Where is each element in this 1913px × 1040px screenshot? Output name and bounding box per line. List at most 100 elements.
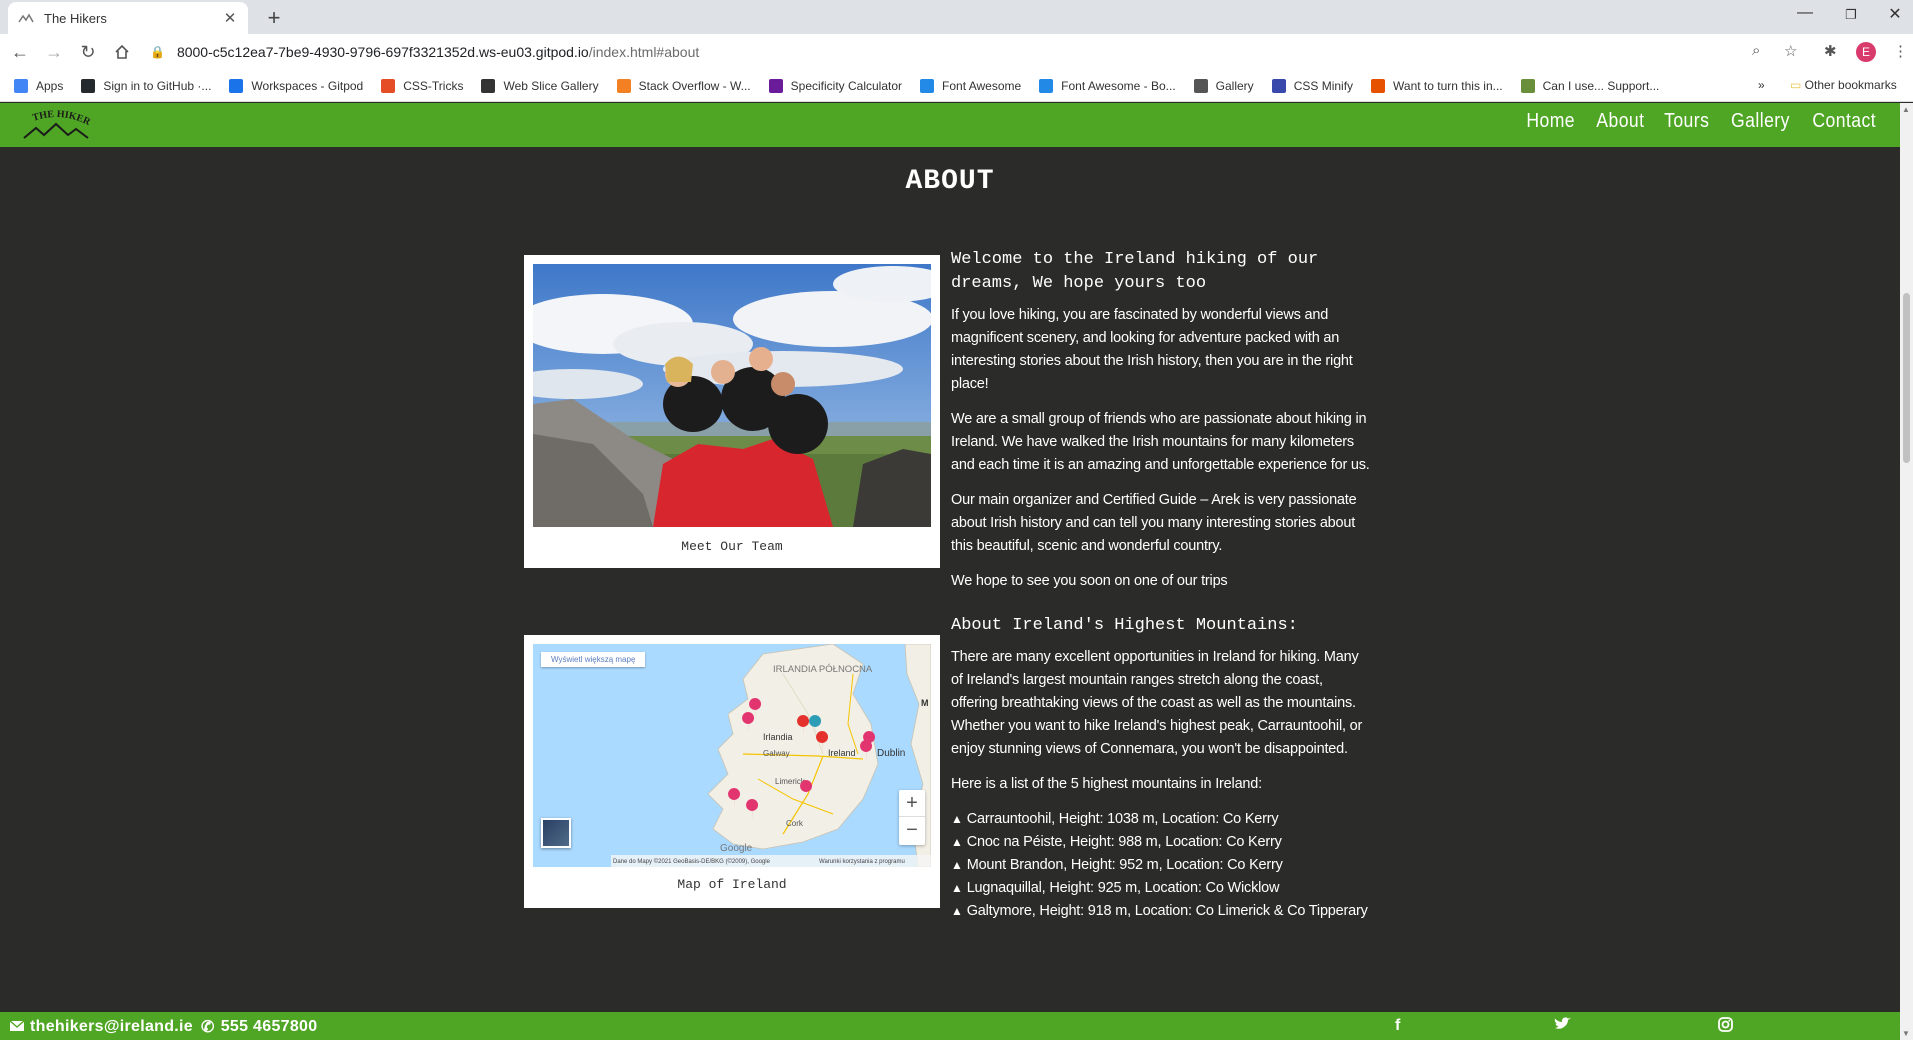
bookmark-item[interactable]: Stack Overflow - W... bbox=[616, 78, 751, 93]
extensions-icon[interactable]: ✱ bbox=[1824, 42, 1837, 60]
map-label-cork: Cork bbox=[786, 819, 804, 828]
bookmark-item[interactable]: Want to turn this in... bbox=[1371, 78, 1503, 93]
new-tab-icon[interactable]: + bbox=[262, 5, 286, 31]
bookmark-item[interactable]: Font Awesome - Bo... bbox=[1039, 78, 1176, 93]
bookmark-item[interactable]: Gallery bbox=[1193, 78, 1254, 93]
bookmark-favicon-icon bbox=[616, 78, 631, 93]
url-input[interactable]: 🔒 8000-c5c12ea7-7be9-4930-9796-697f33213… bbox=[142, 38, 1782, 66]
nav-link-about[interactable]: About bbox=[1596, 110, 1644, 133]
address-bar: ← → ↻ 🔒 8000-c5c12ea7-7be9-4930-9796-697… bbox=[0, 34, 1913, 70]
other-bookmarks-label: Other bookmarks bbox=[1804, 78, 1897, 92]
back-icon[interactable]: ← bbox=[6, 38, 34, 66]
team-photo-card: Meet Our Team bbox=[524, 255, 940, 568]
bookmark-item[interactable]: Font Awesome bbox=[920, 78, 1022, 93]
map-label-ireland: Ireland bbox=[828, 748, 856, 758]
bookmark-favicon-icon bbox=[14, 78, 28, 93]
bookmark-favicon-icon bbox=[1520, 78, 1535, 93]
bookmark-label: Specificity Calculator bbox=[790, 78, 903, 93]
home-icon[interactable] bbox=[108, 38, 136, 66]
restore-icon[interactable]: ❐ bbox=[1836, 7, 1866, 23]
bookmark-favicon-icon bbox=[768, 78, 783, 93]
mountain-icon: ▲ bbox=[951, 858, 963, 872]
tab-title: The Hikers bbox=[44, 10, 107, 26]
nav-link-contact[interactable]: Contact bbox=[1812, 110, 1876, 133]
bookmark-item[interactable]: CSS-Tricks bbox=[381, 78, 464, 93]
menu-icon[interactable]: ⋮ bbox=[1893, 42, 1908, 60]
mountain-list-item: ▲ Cnoc na Péiste, Height: 988 m, Location… bbox=[951, 831, 1371, 854]
map-label-irlandia: Irlandia bbox=[763, 732, 793, 742]
google-logo: Google bbox=[720, 843, 753, 854]
mountain-list-item: ▲ Lugnaquillal, Height: 925 m, Location: … bbox=[951, 877, 1371, 900]
zoom-out-button[interactable]: − bbox=[899, 817, 925, 844]
profile-avatar[interactable]: E bbox=[1856, 42, 1876, 62]
bookmark-label: CSS Minify bbox=[1293, 78, 1354, 93]
bookmark-star-icon[interactable]: ☆ bbox=[1784, 42, 1797, 60]
mountains-text-column: About Ireland's Highest Mountains: There… bbox=[951, 614, 1371, 923]
site-logo[interactable]: THE HIKERS bbox=[17, 100, 93, 142]
bookmark-label: Can I use... Support... bbox=[1542, 78, 1660, 93]
forward-icon[interactable]: → bbox=[40, 38, 68, 66]
bookmark-label: Font Awesome bbox=[942, 78, 1022, 93]
zoom-icon[interactable]: ⌕ bbox=[1752, 42, 1760, 59]
tab-close-icon[interactable]: ✕ bbox=[222, 9, 238, 27]
bookmark-item[interactable]: Sign in to GitHub ·... bbox=[81, 78, 212, 93]
about-paragraph: We are a small group of friends who are … bbox=[951, 411, 1370, 473]
nav-link-tours[interactable]: Tours bbox=[1664, 110, 1709, 133]
bookmark-item[interactable]: Web Slice Gallery bbox=[481, 78, 599, 93]
nav-link-home[interactable]: Home bbox=[1526, 110, 1575, 133]
bookmarks-bar: Apps Sign in to GitHub ·... Workspaces - G… bbox=[0, 70, 1913, 102]
footer-contact: thehikers@ireland.ie ✆ 555 4657800 bbox=[9, 1017, 318, 1037]
other-bookmarks[interactable]: ▭ Other bookmarks bbox=[1790, 78, 1897, 92]
folder-icon: ▭ bbox=[1790, 78, 1805, 92]
bookmark-label: Sign in to GitHub ·... bbox=[103, 78, 212, 93]
map-terms-link[interactable]: Warunki korzystania z programu bbox=[819, 859, 905, 865]
hiker-favicon-icon bbox=[18, 10, 34, 26]
view-larger-map-link[interactable]: Wyświetl większą mapę bbox=[541, 652, 646, 667]
page-title: ABOUT bbox=[905, 166, 995, 197]
mountain-list-item: ▲ Carrauntoohil, Height: 1038 m, Location… bbox=[951, 808, 1371, 831]
welcome-heading: Welcome to the Ireland hiking of our dre… bbox=[951, 250, 1319, 293]
bookmark-item[interactable]: Specificity Calculator bbox=[768, 78, 903, 93]
mountain-icon: ▲ bbox=[951, 881, 963, 895]
instagram-icon[interactable] bbox=[1718, 1017, 1733, 1037]
bookmark-item[interactable]: Workspaces - Gitpod bbox=[229, 78, 363, 93]
mountain-icon: ▲ bbox=[951, 835, 963, 849]
mountain-text: Cnoc na Péiste, Height: 988 m, Location:… bbox=[966, 834, 1282, 850]
mountain-text: Carrauntoohil, Height: 1038 m, Location:… bbox=[966, 811, 1279, 827]
mountain-text: Lugnaquillal, Height: 925 m, Location: C… bbox=[966, 880, 1280, 896]
scroll-down-icon[interactable]: ▼ bbox=[1902, 1029, 1910, 1038]
bookmark-item[interactable]: Can I use... Support... bbox=[1520, 78, 1660, 93]
bookmark-item[interactable]: Apps bbox=[14, 78, 63, 93]
scrollbar-thumb[interactable] bbox=[1903, 293, 1910, 463]
map-attribution: Dane do Mapy ©2021 GeoBasis-DE/BKG (©200… bbox=[613, 858, 771, 865]
about-paragraph: If you love hiking, you are fascinated b… bbox=[951, 307, 1353, 392]
bookmark-favicon-icon bbox=[229, 78, 244, 93]
footer-phone[interactable]: 555 4657800 bbox=[221, 1018, 318, 1036]
minimize-icon[interactable]: — bbox=[1790, 4, 1820, 22]
zoom-in-button[interactable]: + bbox=[899, 790, 925, 817]
nav-link-gallery[interactable]: Gallery bbox=[1731, 110, 1790, 133]
bookmark-label: Want to turn this in... bbox=[1393, 78, 1503, 93]
browser-tab[interactable]: The Hikers ✕ bbox=[8, 2, 248, 34]
main-nav: Home About Tours Gallery Contact bbox=[1523, 110, 1880, 133]
close-window-icon[interactable]: ✕ bbox=[1880, 4, 1910, 24]
bookmark-favicon-icon bbox=[81, 78, 96, 93]
more-bookmarks-icon[interactable]: » bbox=[1758, 78, 1765, 92]
lock-icon: 🔒 bbox=[150, 45, 165, 59]
about-paragraph: Our main organizer and Certified Guide –… bbox=[951, 492, 1357, 554]
bookmark-item[interactable]: CSS Minify bbox=[1271, 78, 1354, 93]
reload-icon[interactable]: ↻ bbox=[74, 38, 102, 66]
bookmark-favicon-icon bbox=[1039, 78, 1054, 93]
facebook-icon[interactable]: f bbox=[1395, 1017, 1400, 1035]
twitter-icon[interactable] bbox=[1554, 1017, 1572, 1036]
satellite-toggle[interactable] bbox=[541, 818, 571, 848]
page-scrollbar[interactable]: ▲ ▼ bbox=[1900, 103, 1913, 1040]
bookmark-label: CSS-Tricks bbox=[403, 78, 464, 93]
url-path: /index.html#about bbox=[588, 44, 700, 60]
scroll-up-icon[interactable]: ▲ bbox=[1902, 105, 1910, 114]
bookmark-label: Font Awesome - Bo... bbox=[1061, 78, 1176, 93]
ireland-map[interactable]: IRLANDIA PÓŁNOCNA Irlandia Galway Irelan… bbox=[533, 644, 931, 867]
mountains-list-intro: Here is a list of the 5 highest mountain… bbox=[951, 776, 1262, 792]
mountain-list-item: ▲ Mount Brandon, Height: 952 m, Location:… bbox=[951, 854, 1371, 877]
footer-email[interactable]: thehikers@ireland.ie bbox=[30, 1018, 193, 1036]
